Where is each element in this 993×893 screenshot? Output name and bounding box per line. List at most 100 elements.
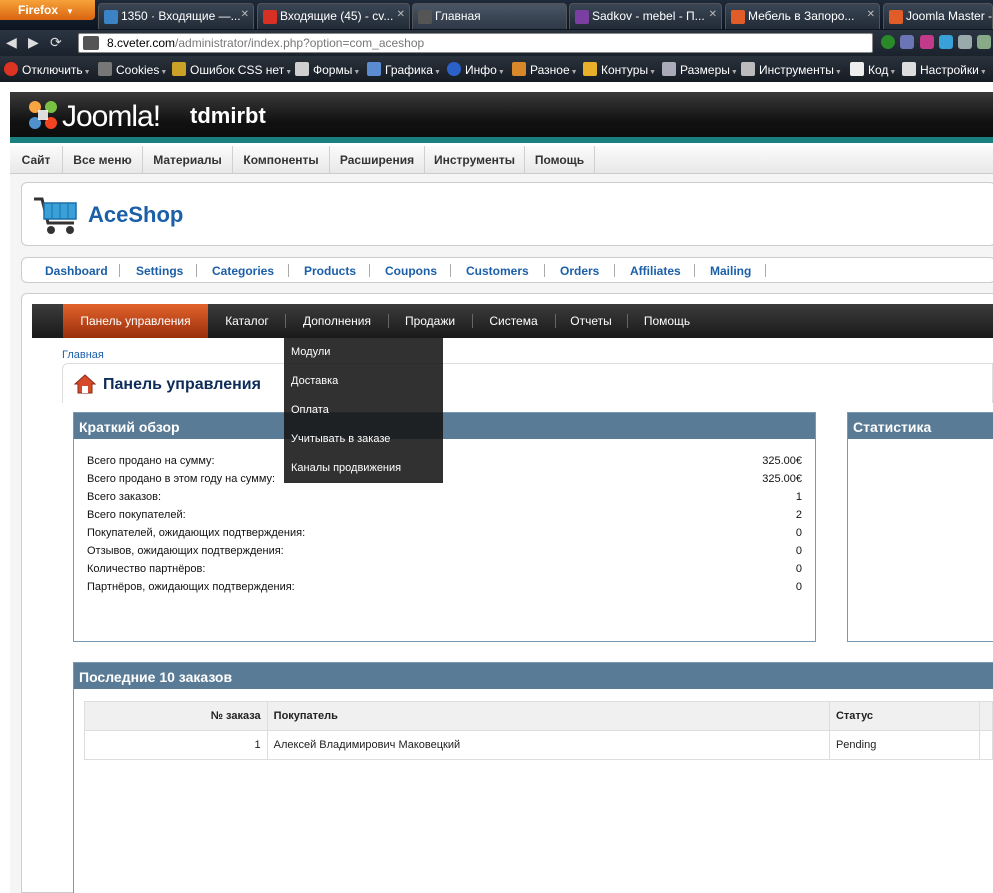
stat-value: 2 bbox=[795, 509, 802, 521]
menu-sales[interactable]: Продажи bbox=[388, 304, 472, 338]
header-stripe bbox=[10, 137, 993, 143]
xmarks-icon[interactable] bbox=[881, 35, 895, 49]
dropdown-item-payment[interactable]: Оплата bbox=[291, 404, 329, 416]
toolbar-label: Формы bbox=[313, 63, 353, 77]
close-icon[interactable]: ✕ bbox=[241, 9, 249, 20]
pen-icon[interactable] bbox=[920, 35, 934, 49]
images-menu[interactable]: Графика▼ bbox=[367, 62, 441, 77]
divider bbox=[544, 264, 545, 277]
source-menu[interactable]: Код▼ bbox=[850, 62, 896, 77]
sub-nav-affiliates[interactable]: Affiliates bbox=[630, 264, 681, 278]
toolbar-label: Контуры bbox=[601, 63, 649, 77]
wrench-icon[interactable] bbox=[958, 35, 972, 49]
statistics-box bbox=[847, 412, 993, 642]
chevron-down-icon: ▼ bbox=[83, 69, 91, 76]
tools-menu[interactable]: Инструменты▼ bbox=[741, 62, 842, 77]
info-icon bbox=[447, 62, 461, 76]
joomla-favicon-icon bbox=[731, 10, 745, 24]
admin-menu-site[interactable]: Сайт bbox=[10, 146, 63, 174]
sub-nav-orders[interactable]: Orders bbox=[560, 264, 599, 278]
menu-dashboard[interactable]: Панель управления bbox=[63, 304, 208, 338]
disable-menu[interactable]: Отключить▼ bbox=[4, 62, 91, 77]
close-icon[interactable]: ✕ bbox=[867, 9, 875, 20]
sub-nav-settings[interactable]: Settings bbox=[136, 264, 183, 278]
resize-icon bbox=[662, 62, 676, 76]
divider bbox=[196, 264, 197, 277]
browser-tab[interactable]: Sadkov - mebel - П... ✕ bbox=[569, 3, 722, 29]
browser-tab[interactable]: Мебель в Запоро... ✕ bbox=[725, 3, 880, 29]
admin-menu-components[interactable]: Компоненты bbox=[233, 146, 330, 174]
sub-nav-coupons[interactable]: Coupons bbox=[385, 264, 437, 278]
close-icon[interactable]: ✕ bbox=[397, 9, 405, 20]
column-header-status[interactable]: Статус bbox=[828, 701, 980, 731]
admin-menu-extensions[interactable]: Расширения bbox=[330, 146, 425, 174]
toolbar-label: Отключить bbox=[22, 63, 83, 77]
site-identity-icon[interactable] bbox=[83, 36, 99, 50]
resize-menu[interactable]: Размеры▼ bbox=[662, 62, 738, 77]
outline-menu[interactable]: Контуры▼ bbox=[583, 62, 656, 77]
dropdown-item-feeds[interactable]: Каналы продвижения bbox=[291, 462, 401, 474]
chevron-down-icon: ▼ bbox=[66, 7, 74, 16]
menu-extensions[interactable]: Дополнения bbox=[286, 304, 388, 338]
admin-menu-help[interactable]: Помощь bbox=[525, 146, 595, 174]
cookies-menu[interactable]: Cookies▼ bbox=[98, 62, 167, 77]
admin-menu-articles[interactable]: Материалы bbox=[143, 146, 233, 174]
chevron-down-icon: ▼ bbox=[285, 69, 293, 76]
php-icon[interactable] bbox=[900, 35, 914, 49]
tab-title: Sadkov - mebel - П... bbox=[592, 9, 705, 23]
browser-nav-bar: ◀ ▶ ⟳ 8.cveter.com/administrator/index.p… bbox=[0, 30, 993, 56]
admin-menu-all-menus[interactable]: Все меню bbox=[63, 146, 143, 174]
breadcrumb[interactable]: Главная bbox=[62, 349, 104, 361]
sub-nav-customers[interactable]: Customers bbox=[466, 264, 529, 278]
cart-addon-icon[interactable] bbox=[939, 35, 953, 49]
admin-menu-tools[interactable]: Инструменты bbox=[425, 146, 525, 174]
shopping-cart-icon bbox=[34, 197, 77, 234]
browser-tab-active[interactable]: Главная bbox=[412, 3, 567, 29]
web-developer-toolbar: Отключить▼ Cookies▼ Ошибок CSS нет▼ Форм… bbox=[0, 56, 993, 82]
aceshop-title: AceShop bbox=[88, 202, 184, 227]
misc-menu[interactable]: Разное▼ bbox=[512, 62, 578, 77]
browser-tab[interactable]: Входящие (45) - cv... ✕ bbox=[257, 3, 410, 29]
forward-arrow-icon[interactable]: ▶ bbox=[28, 34, 39, 51]
sub-nav-categories[interactable]: Categories bbox=[212, 264, 274, 278]
toolbar-label: Настройки bbox=[920, 63, 979, 77]
stat-label: Количество партнёров: bbox=[87, 563, 206, 575]
back-arrow-icon[interactable]: ◀ bbox=[6, 34, 17, 51]
browser-tab[interactable]: 1350 · Входящие —... ✕ bbox=[98, 3, 254, 29]
dropdown-item-modules[interactable]: Модули bbox=[291, 346, 330, 358]
menu-system[interactable]: Система bbox=[472, 304, 555, 338]
panel-header: Панель управления bbox=[62, 363, 993, 403]
firefox-menu-button[interactable]: Firefox ▼ bbox=[0, 0, 95, 20]
close-icon[interactable]: ✕ bbox=[709, 9, 717, 20]
last-orders-title: Последние 10 заказов bbox=[74, 663, 993, 689]
sub-nav-products[interactable]: Products bbox=[304, 264, 356, 278]
menu-reports[interactable]: Отчеты bbox=[555, 304, 627, 338]
menu-help[interactable]: Помощь bbox=[627, 304, 707, 338]
info-menu[interactable]: Инфо▼ bbox=[447, 62, 505, 77]
overview-title: Краткий обзор bbox=[74, 413, 815, 439]
aceshop-sub-nav: Dashboard Settings Categories Products C… bbox=[21, 257, 993, 283]
sub-nav-mailing[interactable]: Mailing bbox=[710, 264, 751, 278]
dropdown-item-order-totals[interactable]: Учитывать в заказе bbox=[291, 433, 390, 445]
forms-menu[interactable]: Формы▼ bbox=[295, 62, 360, 77]
options-menu[interactable]: Настройки▼ bbox=[902, 62, 987, 77]
menu-catalog[interactable]: Каталог bbox=[208, 304, 286, 338]
css-menu[interactable]: Ошибок CSS нет▼ bbox=[172, 62, 292, 77]
reload-icon[interactable]: ⟳ bbox=[50, 34, 62, 51]
divider bbox=[614, 264, 615, 277]
tab-title: Мебель в Запоро... bbox=[748, 9, 855, 23]
joomla-favicon-icon bbox=[575, 10, 589, 24]
address-bar[interactable]: 8.cveter.com/administrator/index.php?opt… bbox=[78, 33, 873, 53]
page-favicon-icon bbox=[418, 10, 432, 24]
table-row[interactable]: 1 Алексей Владимирович Маковецкий Pendin… bbox=[84, 730, 993, 760]
extensions-dropdown: Модули Доставка Оплата Учитывать в заказ… bbox=[284, 338, 443, 483]
browser-tab[interactable]: Joomla Master - bbox=[883, 3, 993, 29]
stat-value: 0 bbox=[795, 527, 802, 539]
column-header-customer[interactable]: Покупатель bbox=[266, 701, 830, 731]
chevron-down-icon: ▼ bbox=[834, 69, 842, 76]
column-header-order-id[interactable]: № заказа bbox=[84, 701, 268, 731]
addon-icon[interactable] bbox=[977, 35, 991, 49]
sub-nav-dashboard[interactable]: Dashboard bbox=[45, 264, 108, 278]
chevron-down-icon: ▼ bbox=[353, 69, 361, 76]
dropdown-item-shipping[interactable]: Доставка bbox=[291, 375, 338, 387]
